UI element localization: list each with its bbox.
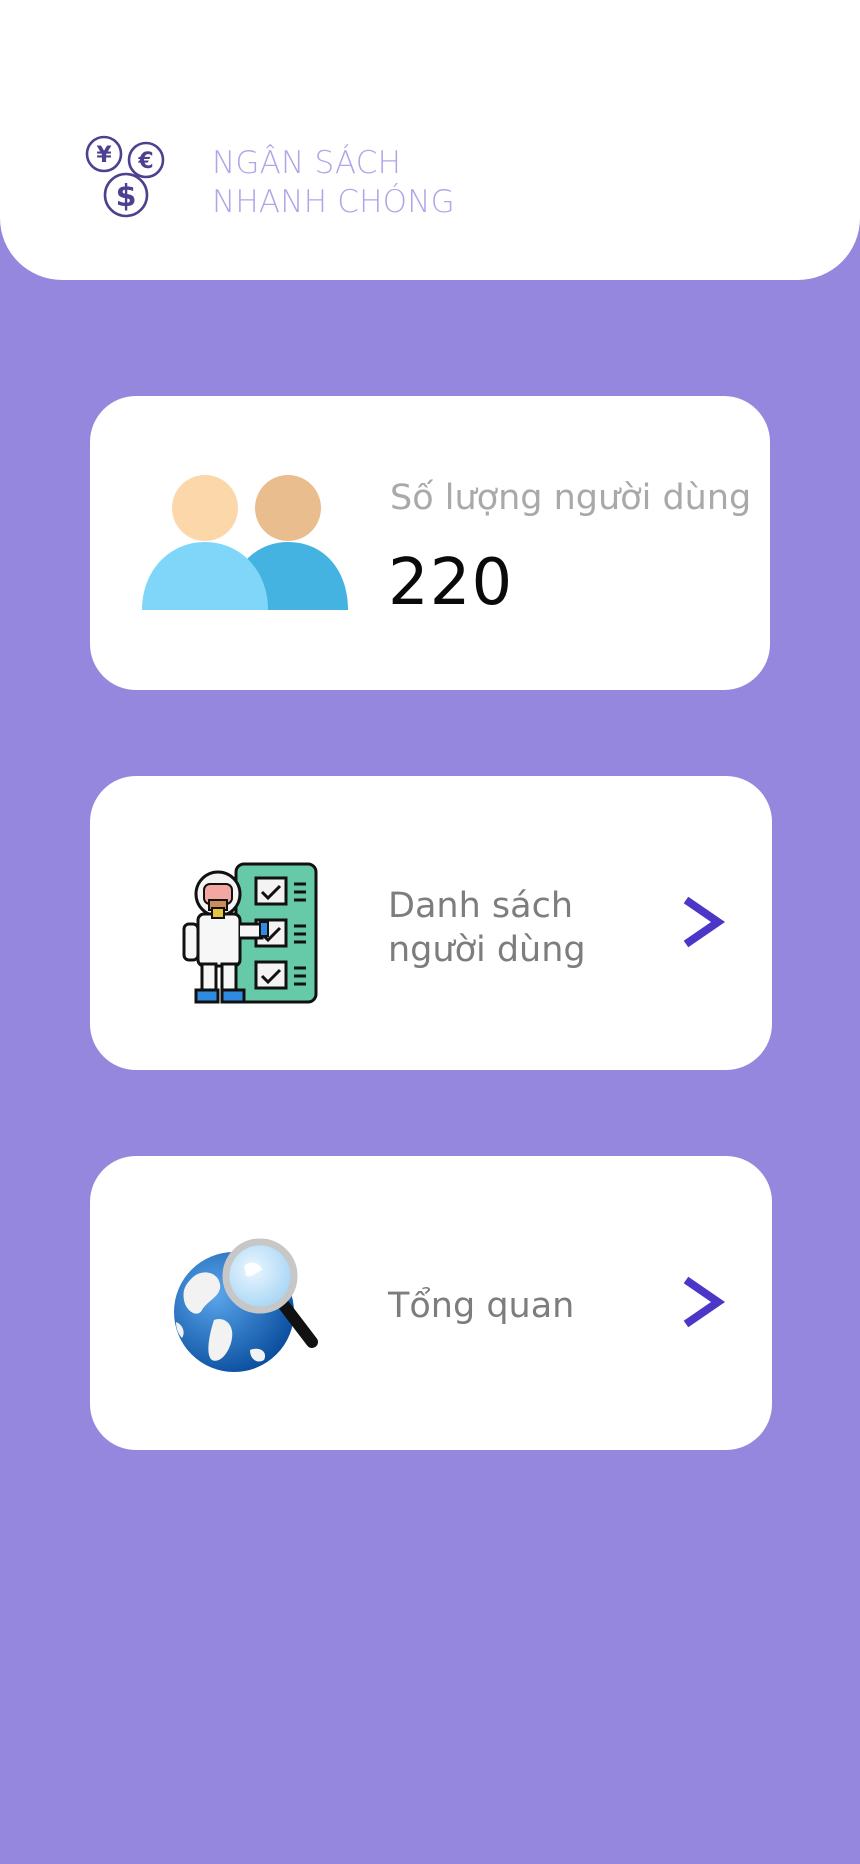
app-header: ¥ € $ NGÂN SÁCH NHANH CHÓNG — [0, 0, 860, 280]
user-count-value: 220 — [388, 546, 514, 620]
user-list-label-line-1: Danh sách — [388, 886, 573, 926]
users-icon — [142, 475, 348, 610]
chevron-right-icon[interactable] — [678, 892, 728, 952]
overview-label-text: Tổng quan — [388, 1286, 575, 1326]
globe-magnifier-icon — [174, 1238, 318, 1372]
worker-checklist-icon — [182, 862, 318, 1004]
overview-label: Tổng quan — [388, 1284, 648, 1328]
overview-card[interactable]: Tổng quan — [90, 1156, 772, 1450]
app-brand: NGÂN SÁCH NHANH CHÓNG — [212, 144, 455, 222]
user-list-label: Danh sách người dùng — [388, 884, 648, 972]
currency-coins-icon: ¥ € $ — [85, 135, 165, 218]
user-list-card[interactable]: Danh sách người dùng — [90, 776, 772, 1070]
user-list-label-line-2: người dùng — [388, 930, 586, 970]
svg-text:€: € — [137, 149, 153, 174]
user-count-card: Số lượng người dùng 220 — [90, 396, 770, 690]
svg-text:¥: ¥ — [96, 143, 112, 168]
svg-text:$: $ — [116, 179, 137, 214]
chevron-right-icon[interactable] — [678, 1272, 728, 1332]
user-count-label: Số lượng người dùng — [390, 478, 752, 518]
brand-line-2: NHANH CHÓNG — [212, 184, 455, 220]
brand-line-1: NGÂN SÁCH — [212, 145, 402, 181]
